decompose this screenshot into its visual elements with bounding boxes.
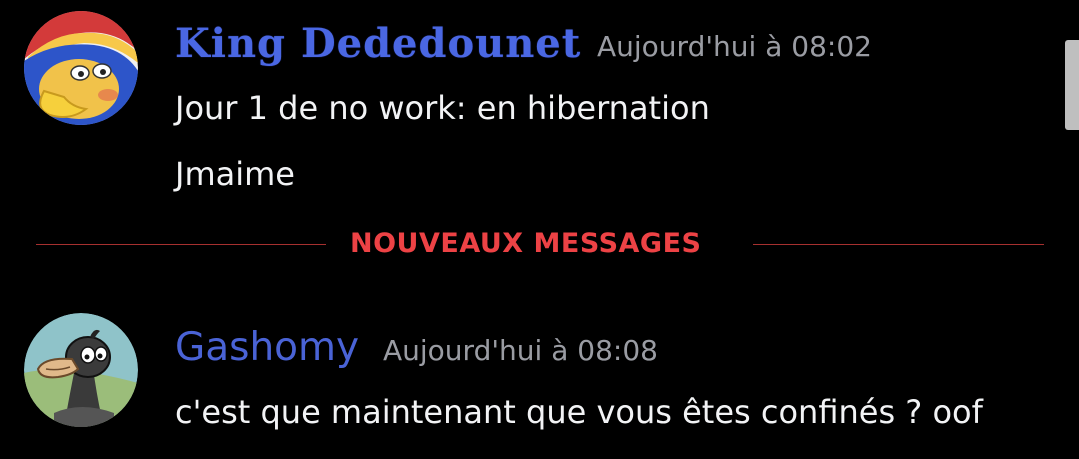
avatar[interactable] — [24, 11, 138, 125]
message-text: c'est que maintenant que vous êtes confi… — [175, 393, 983, 431]
divider-line-left — [36, 244, 326, 245]
chat-view: King Dededounet Aujourd'hui à 08:02 Jour… — [0, 0, 1079, 459]
message-timestamp: Aujourd'hui à 08:08 — [383, 334, 658, 367]
divider-line-right — [753, 244, 1044, 245]
new-messages-label: NOUVEAUX MESSAGES — [350, 228, 702, 259]
avatar[interactable] — [24, 313, 138, 427]
duck-avatar-icon — [24, 313, 138, 427]
king-dedede-avatar-icon — [24, 11, 138, 125]
scrollbar-thumb[interactable] — [1065, 40, 1079, 130]
author-name[interactable]: King Dededounet — [175, 22, 581, 66]
message-text: Jmaime — [175, 155, 295, 193]
author-name[interactable]: Gashomy — [175, 326, 359, 370]
message-timestamp: Aujourd'hui à 08:02 — [597, 30, 872, 63]
message-text: Jour 1 de no work: en hibernation — [175, 89, 710, 127]
